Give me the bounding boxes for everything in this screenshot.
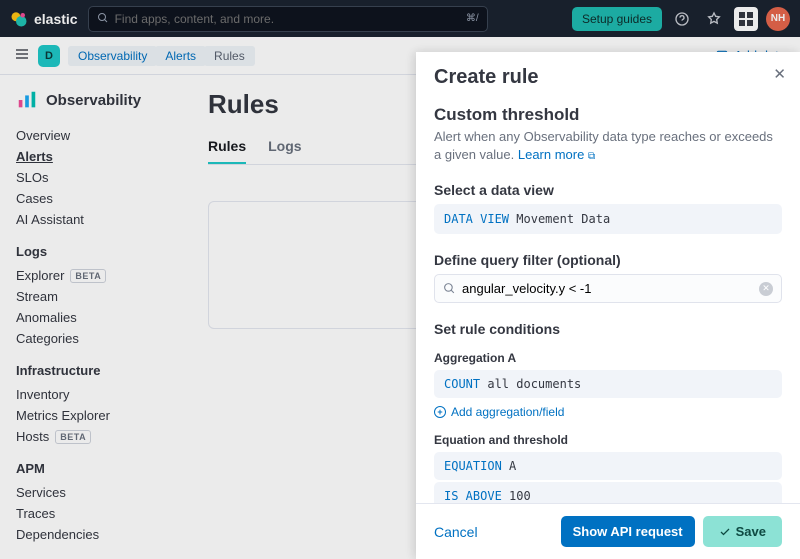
- space-badge[interactable]: D: [38, 45, 60, 67]
- sidebar-item-ai-assistant[interactable]: AI Assistant: [16, 209, 170, 230]
- crumb-alerts[interactable]: Alerts: [155, 46, 206, 66]
- sidebar-group-main: Overview Alerts SLOs Cases AI Assistant: [16, 125, 170, 230]
- brand-text: elastic: [34, 11, 78, 27]
- query-filter-input[interactable]: ✕: [434, 274, 782, 303]
- sidebar-group-apm: APM Services Traces Dependencies: [16, 461, 170, 545]
- beta-badge: BETA: [55, 430, 91, 444]
- crumb-rules: Rules: [204, 46, 255, 66]
- data-view-name: Movement Data: [516, 212, 610, 226]
- equation-value: A: [509, 459, 516, 473]
- add-aggregation-link[interactable]: + Add aggregation/field: [434, 405, 782, 419]
- group-title-apm: APM: [16, 461, 170, 476]
- search-input[interactable]: [115, 12, 460, 26]
- query-text-input[interactable]: [462, 281, 753, 296]
- custom-threshold-sub: Alert when any Observability data type r…: [434, 128, 782, 164]
- show-api-request-button[interactable]: Show API request: [561, 516, 695, 547]
- aggregation-target: all documents: [487, 377, 581, 391]
- learn-more-link[interactable]: Learn more ⧉: [518, 147, 595, 162]
- global-search: ⌘/: [88, 6, 488, 32]
- sidebar-item-alerts[interactable]: Alerts: [16, 146, 170, 167]
- custom-threshold-heading: Custom threshold: [434, 105, 782, 125]
- search-shortcut: ⌘/: [466, 13, 479, 24]
- sidebar-item-slos[interactable]: SLOs: [16, 167, 170, 188]
- close-icon[interactable]: ✕: [773, 65, 786, 83]
- sidebar: Observability Overview Alerts SLOs Cases…: [0, 75, 186, 559]
- sidebar-item-hosts[interactable]: HostsBETA: [16, 426, 170, 447]
- flyout-footer: Cancel Show API request Save: [416, 503, 800, 559]
- sidebar-item-metrics-explorer[interactable]: Metrics Explorer: [16, 405, 170, 426]
- create-rule-flyout: ✕ Create rule Custom threshold Alert whe…: [416, 52, 800, 559]
- sidebar-item-overview[interactable]: Overview: [16, 125, 170, 146]
- sidebar-group-logs: Logs ExplorerBETA Stream Anomalies Categ…: [16, 244, 170, 349]
- flyout-title: Create rule: [434, 66, 782, 89]
- plus-circle-icon: +: [434, 406, 446, 418]
- define-query-label: Define query filter (optional): [434, 252, 782, 268]
- external-link-icon: ⧉: [588, 151, 595, 162]
- news-icon[interactable]: [702, 7, 726, 31]
- tab-rules[interactable]: Rules: [208, 138, 246, 164]
- global-top-bar: elastic ⌘/ Setup guides NH: [0, 0, 800, 37]
- sidebar-item-dependencies[interactable]: Dependencies: [16, 524, 170, 545]
- setup-guides-button[interactable]: Setup guides: [572, 7, 662, 31]
- aggregation-selector[interactable]: COUNT all documents: [434, 370, 782, 398]
- help-icon[interactable]: [670, 7, 694, 31]
- clear-icon[interactable]: ✕: [759, 282, 773, 296]
- sidebar-item-categories[interactable]: Categories: [16, 328, 170, 349]
- aggregation-keyword: COUNT: [444, 377, 480, 391]
- check-icon: [719, 526, 731, 538]
- brand-logo[interactable]: elastic: [10, 10, 78, 28]
- equation-keyword: EQUATION: [444, 459, 502, 473]
- apps-icon[interactable]: [734, 7, 758, 31]
- save-button[interactable]: Save: [703, 516, 782, 547]
- sidebar-item-stream[interactable]: Stream: [16, 286, 170, 307]
- crumb-observability[interactable]: Observability: [68, 46, 157, 66]
- cancel-button[interactable]: Cancel: [434, 524, 478, 540]
- elastic-logo-icon: [10, 10, 28, 28]
- observability-icon: [16, 89, 38, 111]
- equation-threshold-label: Equation and threshold: [434, 433, 782, 447]
- flyout-body: Custom threshold Alert when any Observab…: [416, 93, 800, 503]
- select-data-view-label: Select a data view: [434, 182, 782, 198]
- flyout-header: Create rule: [416, 52, 800, 93]
- beta-badge: BETA: [70, 269, 106, 283]
- topbar-right: Setup guides NH: [572, 7, 790, 31]
- sidebar-item-services[interactable]: Services: [16, 482, 170, 503]
- search-box[interactable]: ⌘/: [88, 6, 488, 32]
- sidebar-item-traces[interactable]: Traces: [16, 503, 170, 524]
- group-title-infra: Infrastructure: [16, 363, 170, 378]
- sidebar-group-infra: Infrastructure Inventory Metrics Explore…: [16, 363, 170, 447]
- threshold-value: 100: [509, 489, 531, 503]
- search-icon: [443, 282, 456, 295]
- set-conditions-label: Set rule conditions: [434, 321, 782, 337]
- equation-box[interactable]: EQUATION A: [434, 452, 782, 480]
- tab-logs[interactable]: Logs: [268, 138, 301, 164]
- sidebar-item-anomalies[interactable]: Anomalies: [16, 307, 170, 328]
- sidebar-item-explorer[interactable]: ExplorerBETA: [16, 265, 170, 286]
- sidebar-item-cases[interactable]: Cases: [16, 188, 170, 209]
- user-avatar[interactable]: NH: [766, 7, 790, 31]
- sidebar-header: Observability: [16, 89, 170, 111]
- hamburger-icon[interactable]: [14, 46, 30, 65]
- breadcrumb: Observability Alerts Rules: [68, 46, 255, 66]
- threshold-box[interactable]: IS ABOVE 100: [434, 482, 782, 503]
- data-view-key: DATA VIEW: [444, 212, 509, 226]
- search-icon: [97, 11, 109, 27]
- data-view-selector[interactable]: DATA VIEW Movement Data: [434, 204, 782, 234]
- aggregation-a-label: Aggregation A: [434, 351, 782, 365]
- sidebar-title: Observability: [46, 92, 141, 109]
- group-title-logs: Logs: [16, 244, 170, 259]
- threshold-keyword: IS ABOVE: [444, 489, 502, 503]
- sidebar-item-inventory[interactable]: Inventory: [16, 384, 170, 405]
